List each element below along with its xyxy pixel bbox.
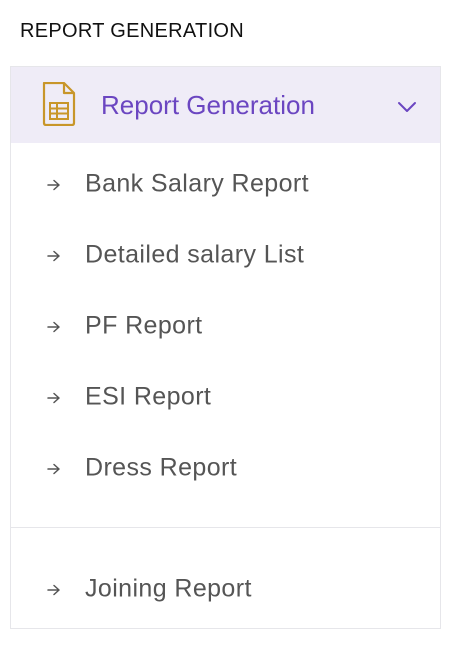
section-title: REPORT GENERATION bbox=[20, 20, 245, 42]
divider bbox=[11, 527, 440, 528]
menu-item-joining-report[interactable]: Joining Report bbox=[11, 563, 440, 615]
menu-item-label: Bank Salary Report bbox=[85, 169, 309, 198]
menu-item-esi-report[interactable]: ESI Report bbox=[11, 371, 440, 423]
menu-item-label: Dress Report bbox=[85, 453, 238, 482]
report-generation-group-header[interactable]: Report Generation bbox=[11, 67, 440, 143]
spreadsheet-icon bbox=[41, 81, 77, 127]
menu-item-label: ESI Report bbox=[85, 382, 212, 411]
report-menu-panel: Report Generation Bank Salary Report Det… bbox=[10, 66, 441, 629]
menu-item-label: PF Report bbox=[85, 311, 203, 340]
menu-item-label: Joining Report bbox=[85, 574, 252, 603]
chevron-down-icon[interactable] bbox=[395, 99, 419, 115]
menu-item-label: Detailed salary List bbox=[85, 240, 305, 269]
arrow-right-icon bbox=[47, 320, 61, 333]
arrow-right-icon bbox=[47, 462, 61, 475]
arrow-right-icon bbox=[47, 249, 61, 262]
group-label: Report Generation bbox=[101, 90, 315, 120]
menu-item-pf-report[interactable]: PF Report bbox=[11, 300, 440, 352]
arrow-right-icon bbox=[47, 178, 61, 191]
menu-item-bank-salary-report[interactable]: Bank Salary Report bbox=[11, 158, 440, 210]
arrow-right-icon bbox=[47, 391, 61, 404]
menu-item-detailed-salary-list[interactable]: Detailed salary List bbox=[11, 229, 440, 281]
menu-item-dress-report[interactable]: Dress Report bbox=[11, 442, 440, 494]
arrow-right-icon bbox=[47, 583, 61, 596]
